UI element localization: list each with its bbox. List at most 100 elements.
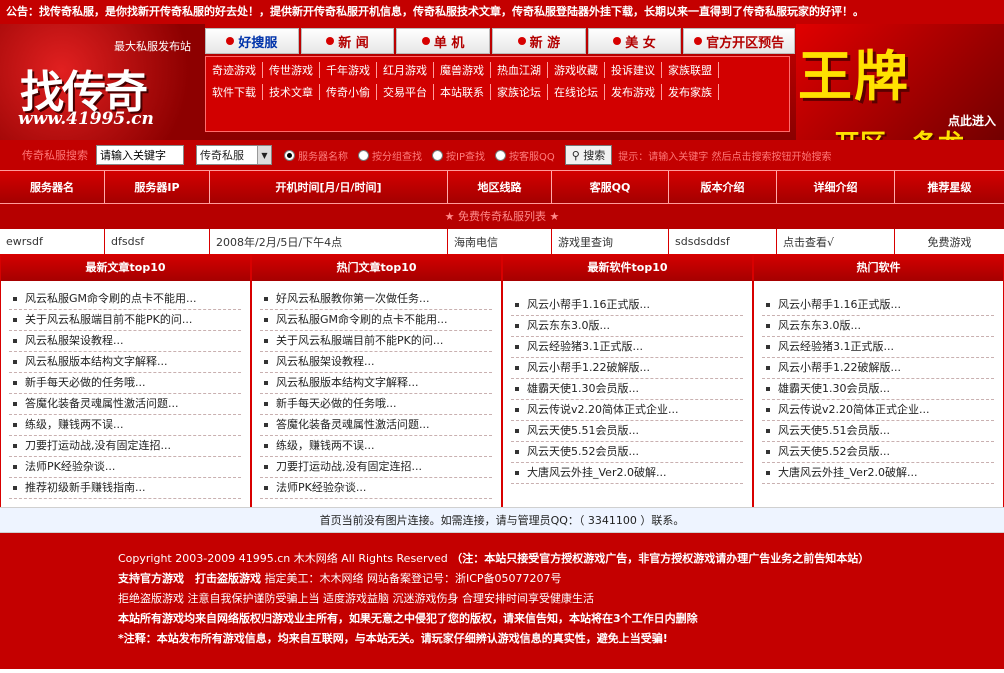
list-item[interactable]: 风云私服版本结构文字解释... xyxy=(260,373,492,394)
sub-link[interactable]: 魔兽游戏 xyxy=(434,62,491,78)
sub-link[interactable]: 家族论坛 xyxy=(491,84,548,100)
sub-link[interactable]: 千年游戏 xyxy=(320,62,377,78)
bullet-icon xyxy=(766,387,770,391)
list-item[interactable]: 答魔化装备灵魂属性激活问题... xyxy=(9,394,241,415)
sub-link[interactable]: 在线论坛 xyxy=(548,84,605,100)
sub-link[interactable]: 家族联盟 xyxy=(662,62,719,78)
cell-rating: 免费游戏 xyxy=(927,235,972,249)
list-item[interactable]: 风云私服架设教程... xyxy=(9,331,241,352)
sub-link[interactable]: 本站联系 xyxy=(434,84,491,100)
bullet-icon xyxy=(13,486,17,490)
list-item[interactable]: 风云小帮手1.16正式版... xyxy=(511,295,743,316)
list-item[interactable]: 风云经验猪3.1正式版... xyxy=(511,337,743,358)
list-item[interactable]: 法师PK经验杂谈... xyxy=(9,457,241,478)
list-item[interactable]: 练级，赚钱两不误... xyxy=(9,415,241,436)
list-item[interactable]: 法师PK经验杂谈... xyxy=(260,478,492,499)
list-item[interactable]: 风云东东3.0版... xyxy=(511,316,743,337)
list-item[interactable]: 风云小帮手1.22破解版... xyxy=(762,358,994,379)
list-item[interactable]: 雄霸天使1.30会员版... xyxy=(511,379,743,400)
list-item[interactable]: 风云天使5.52会员版... xyxy=(511,442,743,463)
page: 公告：找传奇私服，是你找新开传奇私服的好去处！，提供新开传奇私服开机信息，传奇私… xyxy=(0,0,1004,673)
cell-details-link[interactable]: 点击查看√ xyxy=(777,229,895,254)
search-bar: 传奇私服搜索 传奇私服 ▼ 服务器名称 按分组查找 按IP查找 按客服QQ ⚲ … xyxy=(0,140,1004,170)
sub-link[interactable]: 热血江湖 xyxy=(491,62,548,78)
tab-new-games[interactable]: 新 游 xyxy=(492,28,586,54)
category-select[interactable]: 传奇私服 ▼ xyxy=(196,145,272,165)
radio-dot xyxy=(284,149,295,161)
support-official: 支持官方游戏 打击盗版游戏 xyxy=(118,572,261,585)
sub-link[interactable]: 交易平台 xyxy=(377,84,434,100)
bullet-icon xyxy=(515,345,519,349)
bullet-icon xyxy=(766,450,770,454)
list-item[interactable]: 风云传说v2.20简体正式企业... xyxy=(762,400,994,421)
list-item[interactable]: 推荐初级新手赚钱指南... xyxy=(9,478,241,499)
server-table-header: 服务器名 服务器IP 开机时间[月/日/时间] 地区线路 客服QQ 版本介绍 详… xyxy=(0,170,1004,203)
list-item[interactable]: 风云私服架设教程... xyxy=(260,352,492,373)
list-item[interactable]: 关于风云私服端目前不能PK的问... xyxy=(9,310,241,331)
bullet-icon xyxy=(515,387,519,391)
tab-beauty[interactable]: 美 女 xyxy=(587,28,682,54)
list-item[interactable]: 新手每天必做的任务哦... xyxy=(9,373,241,394)
cell-version: sdsdsddsf xyxy=(669,229,777,254)
list-item[interactable]: 雄霸天使1.30会员版... xyxy=(762,379,994,400)
tab-news[interactable]: 新 闻 xyxy=(300,28,395,54)
tab-official-preview[interactable]: 官方开区预告 xyxy=(683,28,795,54)
column-latest-articles: 最新文章top10 风云私服GM命令刷的点卡不能用... 关于风云私服端目前不能… xyxy=(0,255,251,507)
logo-tagline: 最大私服发布站 xyxy=(114,40,191,53)
list-item[interactable]: 风云小帮手1.22破解版... xyxy=(511,358,743,379)
list-item[interactable]: 答魔化装备灵魂属性激活问题... xyxy=(260,415,492,436)
list-item[interactable]: 风云传说v2.20简体正式企业... xyxy=(511,400,743,421)
list-item[interactable]: 好风云私服教你第一次做任务... xyxy=(260,289,492,310)
category-select-value: 传奇私服 xyxy=(200,149,244,162)
header: 最大私服发布站 找传奇 www.41995.cn 好搜服 新 闻 单 机 新 游… xyxy=(0,24,1004,140)
list-item[interactable]: 风云经验猪3.1正式版... xyxy=(762,337,994,358)
column-title: 最新软件top10 xyxy=(503,255,752,281)
sub-link[interactable]: 传奇小偷 xyxy=(320,84,377,100)
bullet-icon xyxy=(421,37,430,45)
bullet-icon xyxy=(264,444,268,448)
cell-server-name[interactable]: ewrsdf xyxy=(0,229,105,254)
sub-link[interactable]: 发布游戏 xyxy=(605,84,662,100)
radio-qq[interactable]: 按客服QQ xyxy=(494,148,555,163)
site-logo[interactable]: 最大私服发布站 找传奇 www.41995.cn xyxy=(0,24,205,140)
ad-banner[interactable]: 王牌 点此进入 开区一条龙 xyxy=(796,24,1004,140)
list-item[interactable]: 风云私服版本结构文字解释... xyxy=(9,352,241,373)
list-item[interactable]: 大唐风云外挂_Ver2.0破解... xyxy=(762,463,994,484)
sub-link[interactable]: 投诉建议 xyxy=(605,62,662,78)
list-item[interactable]: 大唐风云外挂_Ver2.0破解... xyxy=(511,463,743,484)
list-item[interactable]: 风云天使5.51会员版... xyxy=(762,421,994,442)
radio-ip[interactable]: 按IP查找 xyxy=(432,148,485,163)
list-item[interactable]: 刀要打运动战,没有固定连招... xyxy=(260,457,492,478)
copyright-notice: 本站所有游戏均来自网络版权归游戏业主所有，如果无意之中侵犯了您的版权，请来信告知… xyxy=(118,612,698,625)
sub-link[interactable]: 奇迹游戏 xyxy=(206,62,263,78)
list-item[interactable]: 关于风云私服端目前不能PK的问... xyxy=(260,331,492,352)
search-button[interactable]: ⚲ 搜索 xyxy=(564,145,613,165)
list-item[interactable]: 风云小帮手1.16正式版... xyxy=(762,295,994,316)
radio-server-name[interactable]: 服务器名称 xyxy=(284,148,348,163)
tab-haosoufu[interactable]: 好搜服 xyxy=(205,28,299,54)
sub-link[interactable]: 游戏收藏 xyxy=(548,62,605,78)
radio-group[interactable]: 按分组查找 xyxy=(358,148,422,163)
list-item[interactable]: 风云东东3.0版... xyxy=(762,316,994,337)
search-input[interactable] xyxy=(96,145,184,165)
column-header: 地区线路 xyxy=(448,171,552,203)
list-item[interactable]: 新手每天必做的任务哦... xyxy=(260,394,492,415)
list-item[interactable]: 风云天使5.52会员版... xyxy=(762,442,994,463)
footer-line: 支持官方游戏 打击盗版游戏 指定美工：木木网络 网站备案登记号：浙ICP备050… xyxy=(118,569,1004,589)
list-item[interactable]: 风云天使5.51会员版... xyxy=(511,421,743,442)
list-item[interactable]: 练级，赚钱两不误... xyxy=(260,436,492,457)
sub-link[interactable]: 红月游戏 xyxy=(377,62,434,78)
list-item[interactable]: 刀要打运动战,没有固定连招... xyxy=(9,436,241,457)
chevron-down-icon: ▼ xyxy=(257,146,271,164)
list-item[interactable]: 风云私服GM命令刷的点卡不能用... xyxy=(260,310,492,331)
list-item[interactable]: 风云私服GM命令刷的点卡不能用... xyxy=(9,289,241,310)
sub-link[interactable]: 软件下载 xyxy=(206,84,263,100)
sub-link[interactable]: 发布家族 xyxy=(662,84,719,100)
sub-links-row: 软件下载 技术文章 传奇小偷 交易平台 本站联系 家族论坛 在线论坛 发布游戏 … xyxy=(206,81,789,103)
tab-single[interactable]: 单 机 xyxy=(396,28,491,54)
icp-info: 指定美工：木木网络 网站备案登记号：浙ICP备05077207号 xyxy=(264,572,562,585)
column-header: 服务器名 xyxy=(0,171,105,203)
sub-link[interactable]: 技术文章 xyxy=(263,84,320,100)
sub-link[interactable]: 传世游戏 xyxy=(263,62,320,78)
bullet-icon xyxy=(13,444,17,448)
